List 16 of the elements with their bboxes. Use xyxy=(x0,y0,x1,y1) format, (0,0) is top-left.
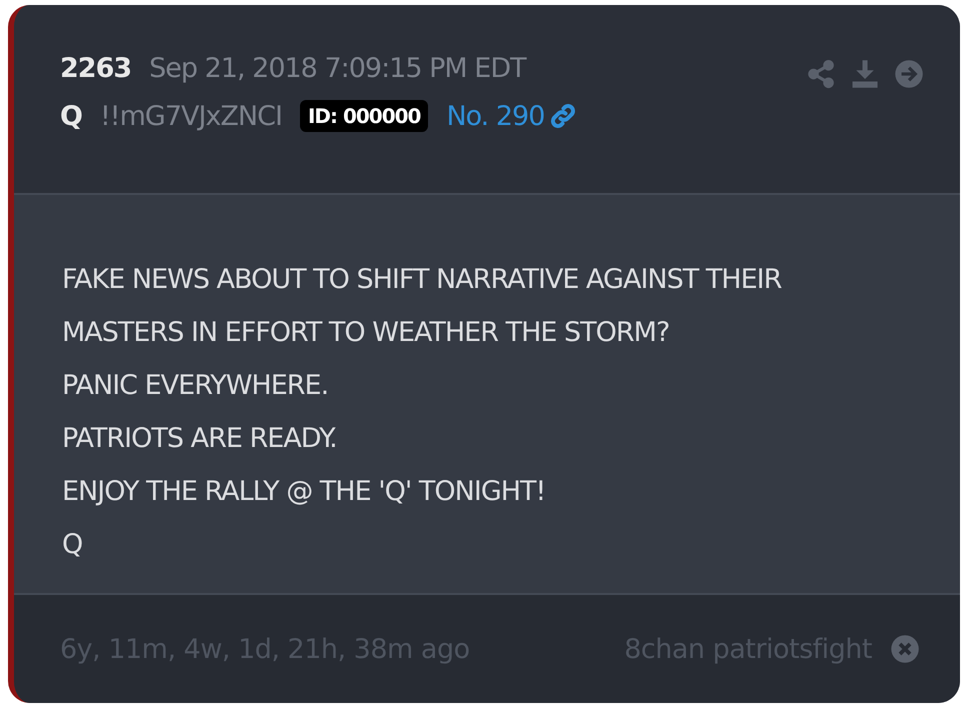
post-text-line: PANIC EVERYWHERE. xyxy=(62,369,330,403)
tripcode: !!mG7VJxZNCI xyxy=(100,100,282,132)
share-icon[interactable] xyxy=(806,59,836,89)
id-badge: ID: 000000 xyxy=(300,100,428,132)
timestamp: Sep 21, 2018 7:09:15 PM EDT xyxy=(149,53,526,84)
post-number: 2263 xyxy=(60,53,132,84)
post-text-line: Q xyxy=(62,528,84,562)
author-name: Q xyxy=(60,100,82,132)
post-text-line: ENJOY THE RALLY @ THE 'Q' TONIGHT! xyxy=(62,475,546,509)
post-text-line: MASTERS IN EFFORT TO WEATHER THE STORM? xyxy=(62,316,670,350)
download-icon[interactable] xyxy=(850,59,880,89)
post-text-line: FAKE NEWS ABOUT TO SHIFT NARRATIVE AGAINST THEIR xyxy=(62,263,782,297)
post-text-line: PATRIOTS ARE READY. xyxy=(62,422,338,456)
close-icon[interactable] xyxy=(890,634,920,664)
arrow-circle-icon[interactable] xyxy=(894,59,924,89)
post-link[interactable]: No. 290 xyxy=(446,100,578,132)
